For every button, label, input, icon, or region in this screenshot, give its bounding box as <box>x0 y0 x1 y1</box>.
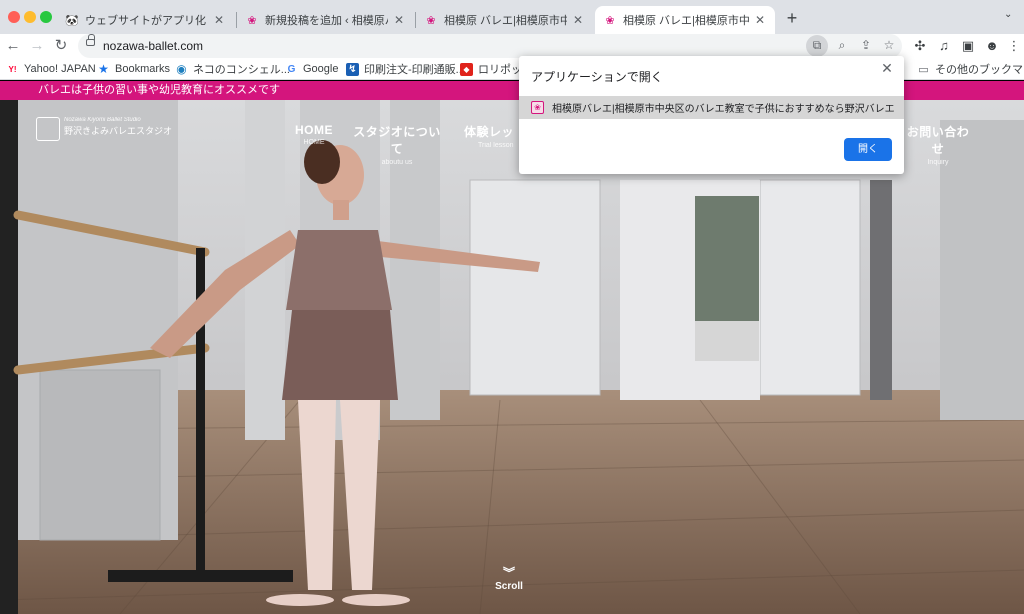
panda-favicon-icon: 🐼 <box>65 14 79 27</box>
open-button[interactable]: 開く <box>844 138 892 161</box>
other-bookmarks[interactable]: ▭ その他のブックマーク <box>917 61 1024 77</box>
bookmark-neko[interactable]: ◉ ネコのコンシェル... <box>175 61 290 77</box>
nav-about-sub: aboutu us <box>381 159 413 166</box>
minimize-window-button[interactable] <box>24 11 36 23</box>
star-icon: ★ <box>98 62 109 76</box>
tab-strip: 🐼 ウェブサイトがアプリ化！PWA ✕ ❀ 新規投稿を追加 ‹ 相模原バレエ| … <box>0 0 1024 34</box>
app-list-item[interactable]: ❀ 相模原バレエ|相模原市中央区のバレエ教室で子供におすすめなら野沢バレエ <box>519 96 904 119</box>
scroll-label: Scroll <box>495 581 523 592</box>
nav-trial-sub: Trial lesson <box>478 142 514 149</box>
share-icon[interactable]: ⇪ <box>857 38 875 52</box>
tab-title: 相模原 バレエ|相模原市中央区の <box>444 15 567 27</box>
nav-inquiry[interactable]: お問い合わせ Inquiry <box>902 123 974 166</box>
app-name: 相模原バレエ|相模原市中央区のバレエ教室で子供におすすめなら野沢バレエ <box>552 104 895 115</box>
nav-home-label: HOME <box>295 123 333 137</box>
nav-trial-label: 体験レッ <box>464 125 515 139</box>
nav-about-label: スタジオについて <box>353 125 441 156</box>
scroll-indicator[interactable]: ︾ Scroll <box>482 566 536 592</box>
tab-title: ウェブサイトがアプリ化！PWA <box>85 15 208 27</box>
nav-home[interactable]: HOME HOME <box>294 123 334 146</box>
close-window-button[interactable] <box>8 11 20 23</box>
close-tab-icon[interactable]: ✕ <box>212 13 226 27</box>
back-icon[interactable]: ← <box>4 36 22 56</box>
open-in-app-icon[interactable]: ⧉ <box>808 38 826 53</box>
neko-icon: ◉ <box>176 62 187 76</box>
ballet-favicon-icon: ❀ <box>605 14 615 27</box>
open-in-app-dialog: アプリケーションで開く ✕ ❀ 相模原バレエ|相模原市中央区のバレエ教室で子供に… <box>519 56 904 174</box>
zoom-window-button[interactable] <box>40 11 52 23</box>
bookmark-star-icon[interactable]: ☆ <box>880 38 898 52</box>
side-panel-icon[interactable]: ▣ <box>959 38 977 54</box>
print-icon: ↯ <box>346 62 359 76</box>
nav-about[interactable]: スタジオについて aboutu us <box>349 123 445 166</box>
nav-inquiry-sub: Inquiry <box>927 159 949 166</box>
bookmark-label: ネコのコンシェル... <box>193 64 290 76</box>
nav-inquiry-label: お問い合わせ <box>906 125 970 156</box>
other-bookmarks-label: その他のブックマーク <box>935 64 1024 76</box>
hero-photo-ballet-studio <box>0 100 1024 614</box>
dialog-title: アプリケーションで開く <box>531 70 663 84</box>
menu-icon[interactable]: ⋮ <box>1005 38 1023 54</box>
bookmark-print[interactable]: ↯ 印刷注文-印刷通販... <box>346 61 465 77</box>
bookmark-label: Google <box>303 63 339 75</box>
bookmark-label: Yahoo! JAPAN <box>24 63 96 75</box>
logo-script-text: Nozawa Kiyomi Ballet Studio <box>64 117 141 123</box>
extensions-icon[interactable]: ✣ <box>911 38 929 54</box>
url-text[interactable]: nozawa-ballet.com <box>103 39 203 53</box>
tab-pwa[interactable]: 🐼 ウェブサイトがアプリ化！PWA ✕ <box>57 6 234 34</box>
tab-title: 新規投稿を追加 ‹ 相模原バレエ| <box>265 15 388 27</box>
google-icon: G <box>287 63 296 75</box>
tab-new-post[interactable]: ❀ 新規投稿を追加 ‹ 相模原バレエ| ✕ <box>237 6 414 34</box>
app-favicon-icon: ❀ <box>531 101 544 114</box>
nav-trial[interactable]: 体験レッ Trial lesson <box>464 123 520 149</box>
new-tab-icon[interactable]: + <box>783 8 801 29</box>
lolipop-icon: ◆ <box>460 62 473 76</box>
forward-icon[interactable]: → <box>28 36 46 56</box>
nav-home-sub: HOME <box>303 139 325 146</box>
bookmark-lolipop[interactable]: ◆ ロリポッ <box>460 61 522 77</box>
bookmark-label: ロリポッ <box>478 64 522 76</box>
tab-ballet-active[interactable]: ❀ 相模原 バレエ|相模原市中央区の ✕ <box>595 6 775 34</box>
tab-ballet[interactable]: ❀ 相模原 バレエ|相模原市中央区の ✕ <box>416 6 593 34</box>
bookmark-google[interactable]: G Google <box>285 61 339 77</box>
tab-search-icon[interactable]: ⌄ <box>1004 9 1012 20</box>
studio-logo[interactable]: Nozawa Kiyomi Ballet Studio 野沢きよみバレエスタジオ <box>36 117 172 141</box>
tab-title: 相模原 バレエ|相模原市中央区の <box>623 15 749 27</box>
ballet-favicon-icon: ❀ <box>247 14 257 27</box>
yahoo-icon: Y! <box>8 64 17 74</box>
ballet-favicon-icon: ❀ <box>426 14 436 27</box>
zoom-icon[interactable]: ⌕ <box>833 38 851 53</box>
close-tab-icon[interactable]: ✕ <box>571 13 585 27</box>
close-tab-icon[interactable]: ✕ <box>753 13 767 27</box>
chevron-down-icon: ︾ <box>502 566 515 580</box>
toolbar: ← → ↻ nozawa-ballet.com ⧉ ⌕ ⇪ ☆ ✣ ♫ ▣ ☻ … <box>0 34 1024 58</box>
close-tab-icon[interactable]: ✕ <box>392 13 406 27</box>
close-icon[interactable]: ✕ <box>878 60 896 77</box>
profile-avatar-icon[interactable]: ☻ <box>983 38 1001 53</box>
bookmark-label: 印刷注文-印刷通販... <box>364 64 465 76</box>
bookmark-yahoo[interactable]: Y! Yahoo! JAPAN <box>6 61 96 77</box>
bookmark-label: Bookmarks <box>115 63 171 75</box>
reload-icon[interactable]: ↻ <box>52 36 70 56</box>
hero-image <box>0 100 1024 614</box>
folder-icon: ▭ <box>918 63 929 76</box>
media-icon[interactable]: ♫ <box>935 38 953 53</box>
lock-icon[interactable] <box>86 34 95 46</box>
bookmark-bookmarks[interactable]: ★ Bookmarks <box>97 61 170 77</box>
